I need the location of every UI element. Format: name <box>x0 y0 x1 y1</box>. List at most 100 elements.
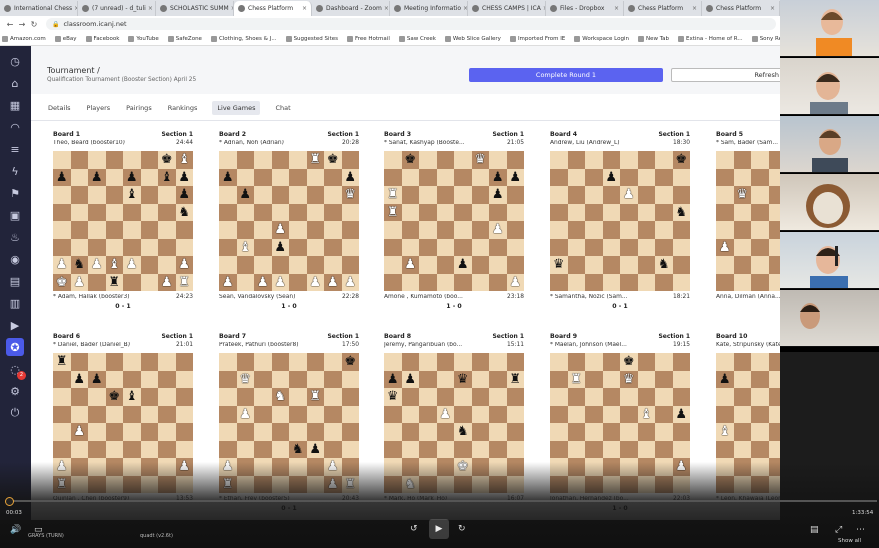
game-board-card[interactable]: Board 5Section 1* Sam, Bader (Sam...♛♟♟A… <box>716 131 780 307</box>
bar-chart-icon[interactable]: ▥ <box>6 294 24 312</box>
back-icon[interactable]: ← <box>4 20 16 29</box>
flag-icon[interactable]: ⚑ <box>6 184 24 202</box>
browser-tab[interactable]: Meeting Informatio × <box>390 1 468 16</box>
complete-round-button[interactable]: Complete Round 1 <box>469 68 663 82</box>
browser-tab[interactable]: Files - Dropbox × <box>546 1 624 16</box>
browser-tab[interactable]: Dashboard - Zoom × <box>312 1 390 16</box>
tab-rankings[interactable]: Rankings <box>167 101 199 115</box>
more-icon[interactable]: ⋯ <box>856 525 865 535</box>
timeline-track[interactable] <box>12 500 877 502</box>
chess-piece: ♟ <box>605 169 618 185</box>
dashboard-icon[interactable]: ◷ <box>6 52 24 70</box>
board-header: Board 1 Section 1 Theo, Beard (booster10) 2… <box>53 131 193 151</box>
video-icon[interactable]: ▶ <box>6 316 24 334</box>
bookmark-item[interactable]: SafeZone <box>167 35 202 42</box>
game-board-card[interactable]: Board 3 Section 1 * Sanat, Kashyap (Booste… <box>384 131 524 310</box>
browser-tab[interactable]: Chess Platform × <box>702 1 780 16</box>
forward-skip-icon[interactable]: ↻ <box>458 524 466 534</box>
game-board-card[interactable]: Board 2 Section 1 * Adrian, Noh (Adrian) 20… <box>219 131 359 310</box>
board-square <box>454 405 472 423</box>
bookmark-item[interactable]: Facebook <box>85 35 119 42</box>
chess-board[interactable]: ♚ ♝ ♟ ♟ ♟ ♝ ♟ ♝ ♟ ♞ ♟ ♞ ♟ ♝ ♟ ♟ ♚ ♟ ♜ ♟ ♜ <box>53 151 193 291</box>
tab-live-games[interactable]: Live Games <box>212 101 261 115</box>
bookmark-item[interactable]: Imported From IE <box>509 35 565 42</box>
bookmark-label: Saw Creek <box>406 35 436 42</box>
game-board-card[interactable]: Board 1 Section 1 Theo, Beard (booster10) 2… <box>53 131 193 310</box>
browser-tab[interactable]: International Chess× <box>0 1 78 16</box>
headphones-icon[interactable]: ◠ <box>6 118 24 136</box>
calendar-icon[interactable]: ▤ <box>6 272 24 290</box>
reload-icon[interactable]: ↻ <box>28 20 40 29</box>
chat-bubble-icon[interactable]: ▤ <box>810 525 819 535</box>
school-icon[interactable]: ▦ <box>6 96 24 114</box>
logout-icon[interactable]: ⏻ <box>6 404 24 422</box>
close-icon[interactable]: × <box>382 5 389 12</box>
board-square <box>506 405 524 423</box>
refresh-button[interactable]: Refresh <box>671 68 780 82</box>
board-section: Section 1 <box>492 333 524 340</box>
board-section: Section 1 <box>161 333 193 340</box>
board-square <box>236 440 254 458</box>
close-icon[interactable]: × <box>146 5 153 12</box>
fullscreen-icon[interactable]: ⤢ <box>835 525 842 535</box>
tab-chat[interactable]: Chat <box>274 101 291 115</box>
participant-video[interactable] <box>780 290 879 347</box>
bookmark-item[interactable]: YouTube <box>128 35 159 42</box>
bookmark-item[interactable]: eBay <box>54 35 77 42</box>
tab-details[interactable]: Details <box>47 101 72 115</box>
bookmark-item[interactable]: Saw Creek <box>398 35 436 42</box>
tab-players[interactable]: Players <box>86 101 112 115</box>
bookmark-item[interactable]: New Tab <box>637 35 669 42</box>
volume-icon[interactable]: 🔊 <box>10 525 21 535</box>
play-button[interactable]: ▶ <box>429 519 449 539</box>
board-footer: Amone , Kumamoto (boo... 23:18 1 - 0 <box>384 291 524 310</box>
bookmark-item[interactable]: Extina - Home of R... <box>678 35 743 42</box>
bookmark-item[interactable]: Clothing, Shoes & J... <box>210 35 277 42</box>
participant-video[interactable] <box>780 58 879 115</box>
list-icon[interactable]: ≡ <box>6 140 24 158</box>
browser-tab[interactable]: (7 unread) - d_tuli × <box>78 1 156 16</box>
show-all-link[interactable]: Show all <box>838 538 861 544</box>
browser-tab[interactable]: Chess Platform × <box>234 1 312 16</box>
grid-icon[interactable]: ▣ <box>6 206 24 224</box>
tournament-tabs: Details Players Pairings Rankings Live Games… <box>47 101 306 115</box>
browser-tab[interactable]: Chess Platform × <box>624 1 702 16</box>
bookmark-item[interactable]: Web Slice Gallery <box>444 35 501 42</box>
chess-board[interactable]: ♜ ♚ ♟ ♟ ♟ ♛ ♟ ♝ ♟ ♟ ♟ ♟ ♟ ♟ ♟ <box>219 151 359 291</box>
game-board-card[interactable]: Board 4 Section 1 Andrew, Liu (Andrew_L) 18… <box>550 131 690 310</box>
tournament-icon[interactable]: ✪ <box>6 338 24 356</box>
chess-board[interactable]: ♚ ♛ ♟ ♟ ♜ ♟ ♜ ♟ ♟ ♟ ♟ <box>384 151 524 291</box>
browser-tab[interactable]: CHESS CAMPS | ICA× <box>468 1 546 16</box>
close-icon[interactable]: × <box>461 5 467 12</box>
close-icon[interactable]: × <box>768 5 775 12</box>
eye-icon[interactable]: ◉ <box>6 250 24 268</box>
close-icon[interactable]: × <box>690 5 697 12</box>
timeline-handle[interactable] <box>5 497 14 506</box>
chess-board[interactable]: ♚ ♟ ♟ ♞ ♛ ♞ <box>550 151 690 291</box>
chess-piece: ♟ <box>622 187 635 203</box>
bookmark-item[interactable]: Suggested Sites <box>285 35 338 42</box>
bookmark-item[interactable]: Free Hotmail <box>346 35 390 42</box>
tab-pairings[interactable]: Pairings <box>125 101 153 115</box>
lightning-icon[interactable]: ϟ <box>6 162 24 180</box>
board-square: ♟ <box>236 405 254 423</box>
board-square: ♟ <box>436 405 454 423</box>
close-icon[interactable]: × <box>300 5 307 12</box>
rewind-icon[interactable]: ↺ <box>410 524 418 534</box>
bookmark-item[interactable]: Amazon.com <box>2 35 46 42</box>
participant-video[interactable] <box>780 232 879 289</box>
graduation-cap-icon[interactable]: ⌂ <box>6 74 24 92</box>
breadcrumb[interactable]: Tournament / <box>47 66 100 75</box>
participant-video[interactable] <box>780 174 879 231</box>
chess-board[interactable]: ♛♟♟ <box>716 151 780 291</box>
forward-icon[interactable]: → <box>16 20 28 29</box>
participant-video[interactable] <box>780 116 879 173</box>
board-square <box>324 186 342 204</box>
fire-icon[interactable]: ♨ <box>6 228 24 246</box>
close-icon[interactable]: × <box>612 5 619 12</box>
gear-icon[interactable]: ⚙ <box>6 382 24 400</box>
bookmark-item[interactable]: Workspace Login <box>574 35 629 42</box>
url-field[interactable]: 🔒 classroom.icanj.net <box>46 18 776 30</box>
browser-tab[interactable]: SCHOLASTIC SUMM× <box>156 1 234 16</box>
participant-video[interactable] <box>780 0 879 57</box>
